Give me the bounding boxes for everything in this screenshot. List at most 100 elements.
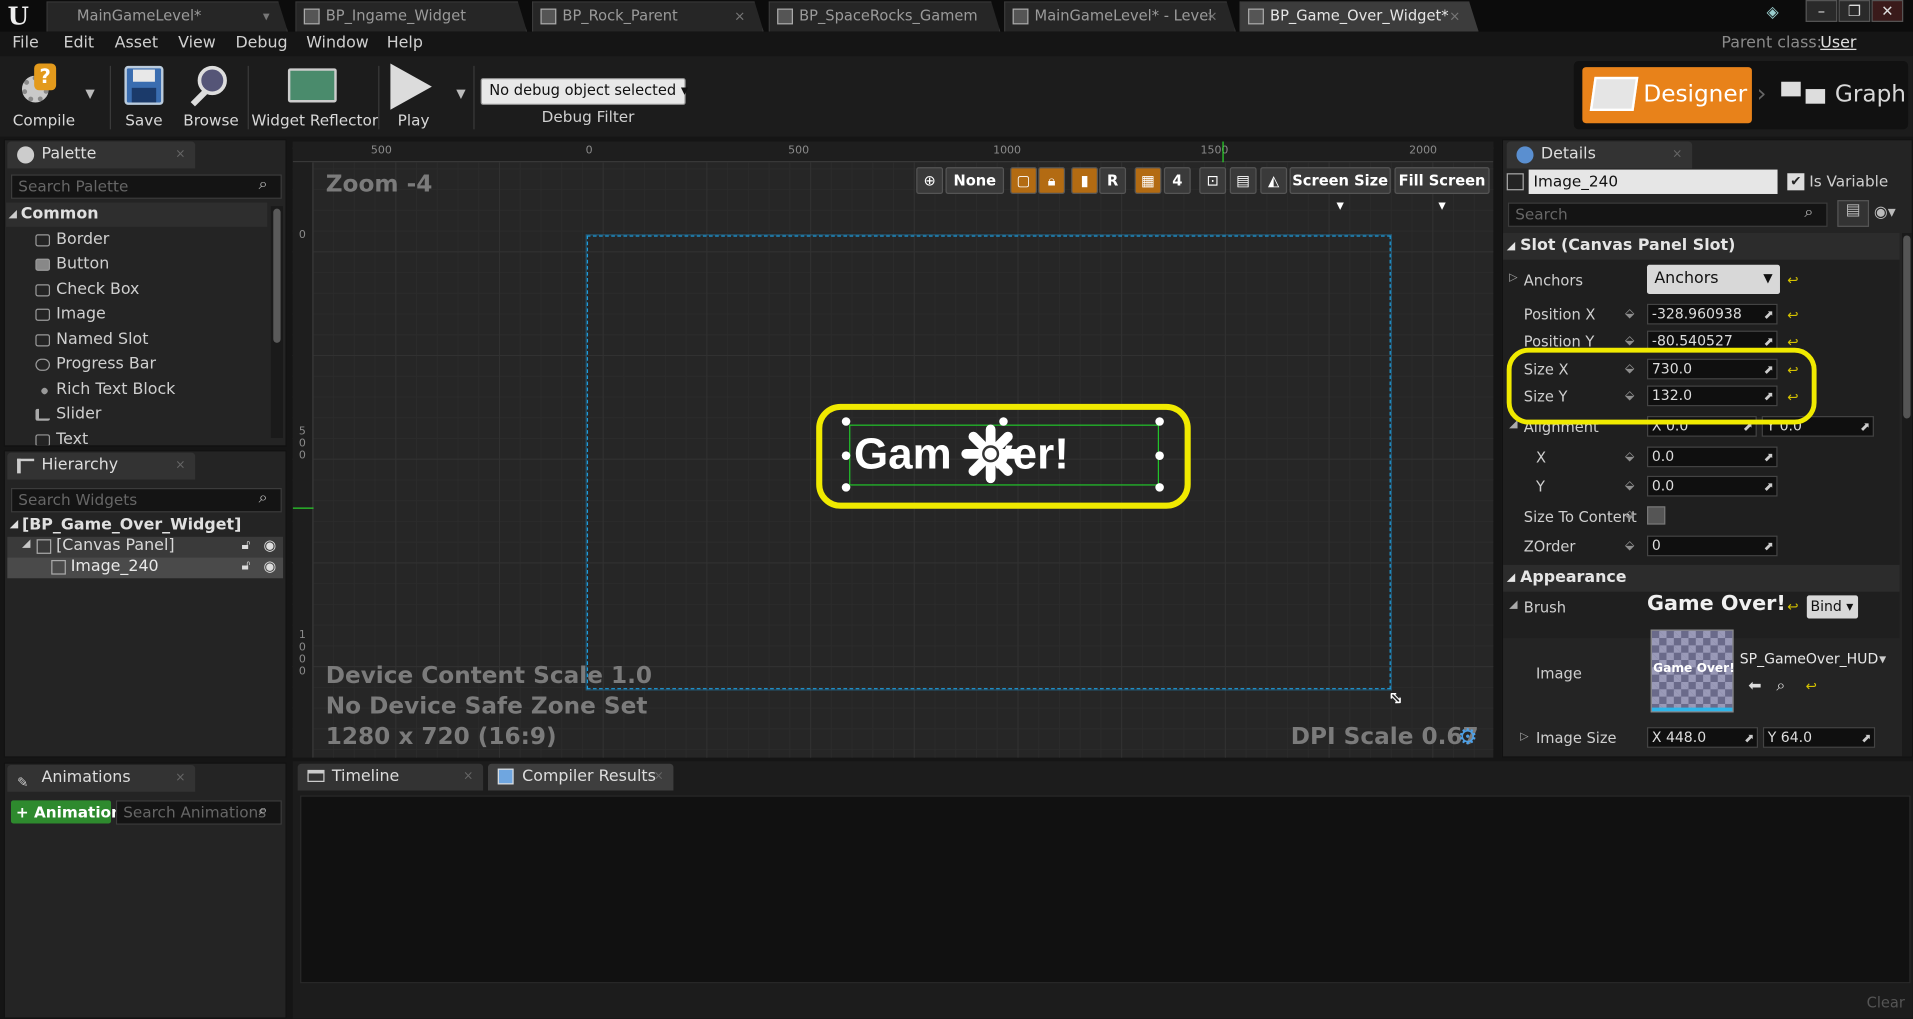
close-window-button[interactable]: ✕ — [1871, 0, 1904, 22]
x-field[interactable]: 0.0 ⬈ — [1647, 446, 1778, 468]
bind-icon[interactable]: ⬙ — [1625, 307, 1634, 320]
reset-to-default-icon[interactable]: ↩ — [1787, 307, 1798, 323]
debug-object-dropdown[interactable]: No debug object selected ▾ — [480, 78, 688, 105]
palette-tab[interactable]: Palette × — [7, 141, 196, 169]
select-box-icon[interactable]: ▢ — [1010, 167, 1037, 194]
image-asset-picker[interactable]: SP_GameOver_HUD ▾ — [1740, 648, 1889, 670]
tab-maingamelevel-level[interactable]: MainGameLevel* - Level × — [1004, 1, 1236, 32]
lock-icon[interactable]: 🔓︎ — [242, 558, 251, 575]
play-button[interactable]: Play — [383, 61, 444, 132]
tab-bp-spacerocks-gamemode[interactable]: BP_SpaceRocks_Gamem — [768, 1, 1001, 32]
widget-reflector-button[interactable]: Widget Reflector — [251, 61, 378, 132]
palette-item-check-box[interactable]: Check Box — [5, 278, 139, 302]
grid-snap-icon[interactable]: ▦ — [1134, 167, 1162, 194]
graph-mode-button[interactable]: Graph — [1779, 67, 1906, 123]
notification-icon[interactable]: ◈ — [1767, 4, 1791, 26]
browse-asset-icon[interactable]: ⌕ — [1776, 677, 1785, 695]
animations-search-input[interactable]: Search Animations ⌕ — [115, 800, 282, 825]
background-icon[interactable]: ▤ — [1229, 167, 1257, 194]
eye-icon[interactable]: ◉ — [264, 537, 277, 554]
image-size-y-field[interactable]: Y 64.0 ⬈ — [1762, 727, 1876, 748]
timeline-tab[interactable]: Timeline × — [297, 763, 484, 791]
menu-window[interactable]: Window — [306, 32, 369, 56]
screen-size-dropdown[interactable]: Screen Size ▾ — [1289, 167, 1391, 214]
eye-icon[interactable]: ◉▾ — [1874, 204, 1896, 222]
palette-item-border[interactable]: Border — [5, 228, 109, 252]
tab-bp-ingame-widget[interactable]: BP_Ingame_Widget — [295, 1, 528, 32]
compiler-results-tab[interactable]: Compiler Results × — [488, 763, 674, 791]
zoom-to-fit-icon[interactable]: ⊡ — [1199, 167, 1227, 194]
respect-locks-icon[interactable]: ▮ — [1071, 167, 1098, 194]
close-icon[interactable]: × — [175, 765, 185, 792]
palette-item-named-slot[interactable]: Named Slot — [5, 328, 148, 352]
clear-button[interactable]: Clear — [1867, 994, 1905, 1011]
image-size-x-field[interactable]: X 448.0 ⬈ — [1647, 727, 1759, 748]
r-button[interactable]: R — [1099, 167, 1127, 194]
tree-item-image-240[interactable]: Image_240 🔓︎ ◉ — [7, 557, 284, 579]
minimize-button[interactable]: – — [1805, 0, 1838, 22]
palette-search-input[interactable]: Search Palette ⌕ — [10, 174, 282, 199]
hierarchy-search-input[interactable]: Search Widgets ⌕ — [10, 488, 282, 513]
menu-help[interactable]: Help — [387, 32, 423, 56]
play-options-dropdown[interactable]: ▼ — [456, 88, 465, 101]
reset-to-default-icon[interactable]: ↩ — [1806, 678, 1817, 694]
anchors-dropdown[interactable]: Anchors ▼ — [1647, 264, 1780, 295]
hierarchy-tab[interactable]: Hierarchy × — [7, 452, 196, 480]
is-variable-checkbox[interactable]: ✔ — [1787, 173, 1805, 191]
animations-tab[interactable]: ✎ Animations × — [7, 764, 196, 792]
y-field[interactable]: 0.0 ⬈ — [1647, 475, 1778, 497]
bind-icon[interactable]: ⬙ — [1625, 334, 1634, 347]
details-search-input[interactable]: Search ⌕ — [1507, 202, 1828, 227]
position-x-field[interactable]: -328.960938 ⬈ — [1647, 303, 1778, 325]
menu-asset[interactable]: Asset — [115, 32, 158, 56]
palette-item-image[interactable]: Image — [5, 303, 106, 327]
compile-options-dropdown[interactable]: ▼ — [85, 88, 94, 101]
scrollbar-thumb[interactable] — [1903, 235, 1911, 419]
use-selected-asset-icon[interactable]: ⬅ — [1748, 677, 1761, 695]
palette-item-button[interactable]: Button — [5, 253, 109, 277]
bind-icon[interactable]: ⬙ — [1625, 479, 1634, 492]
appearance-section-header[interactable]: ◢ Appearance — [1503, 564, 1900, 592]
palette-item-rich-text-block[interactable]: Rich Text Block — [5, 378, 175, 402]
bind-dropdown[interactable]: Bind ▾ — [1806, 595, 1859, 619]
menu-edit[interactable]: Edit — [63, 32, 94, 56]
close-icon[interactable]: × — [175, 453, 185, 480]
maximize-button[interactable]: ❐ — [1838, 0, 1871, 22]
bind-icon[interactable]: ⬙ — [1625, 509, 1634, 522]
save-button[interactable]: Save — [117, 61, 171, 132]
add-animation-button[interactable]: + Animation — [10, 800, 122, 824]
widget-name-input[interactable]: Image_240 — [1528, 169, 1778, 194]
close-icon[interactable]: × — [1206, 2, 1217, 30]
details-tab[interactable]: Details × — [1506, 141, 1693, 169]
palette-category-common[interactable]: ◢ Common — [6, 202, 268, 227]
gear-icon[interactable]: ⚙ — [1458, 725, 1478, 751]
bind-icon[interactable]: ⬙ — [1625, 450, 1634, 463]
details-scrollbar[interactable] — [1901, 233, 1912, 757]
close-icon[interactable]: × — [1672, 142, 1682, 169]
palette-item-progress-bar[interactable]: Progress Bar — [5, 353, 156, 377]
size-to-content-checkbox[interactable] — [1647, 506, 1666, 525]
palette-item-text[interactable]: Text — [5, 428, 88, 446]
palette-item-slider[interactable]: Slider — [5, 403, 101, 427]
tab-bp-rock-parent[interactable]: BP_Rock_Parent × — [531, 1, 764, 32]
scrollbar-thumb[interactable] — [273, 208, 281, 343]
menu-file[interactable]: File — [12, 32, 39, 56]
close-icon[interactable]: ▾ — [263, 2, 270, 30]
menu-view[interactable]: View — [178, 32, 216, 56]
globe-icon[interactable]: ⊕ — [916, 167, 944, 194]
palette-scrollbar[interactable] — [270, 206, 284, 438]
localization-preview-dropdown[interactable]: None — [945, 167, 1005, 194]
compile-button[interactable]: ? Compile — [5, 61, 83, 132]
grid-size-dropdown[interactable]: 4 — [1163, 167, 1191, 194]
close-icon[interactable]: × — [175, 142, 185, 169]
designer-viewport[interactable]: 500 0 500 1000 1500 2000 0 5 0 0 1 0 0 0… — [292, 141, 1494, 758]
close-icon[interactable]: × — [463, 764, 473, 791]
compiler-output[interactable] — [300, 795, 1911, 984]
tab-bp-game-over-widget[interactable]: BP_Game_Over_Widget* × — [1239, 1, 1479, 32]
lock-icon[interactable]: 🔒︎ — [1038, 167, 1066, 194]
slot-section-header[interactable]: ◢ Slot (Canvas Panel Slot) — [1503, 233, 1900, 260]
flip-icon[interactable]: ◭ — [1260, 167, 1288, 194]
fill-screen-dropdown[interactable]: Fill Screen ▾ — [1394, 167, 1490, 214]
lock-icon[interactable]: 🔓︎ — [242, 537, 251, 554]
image-thumbnail[interactable]: Game Over! — [1650, 629, 1735, 713]
